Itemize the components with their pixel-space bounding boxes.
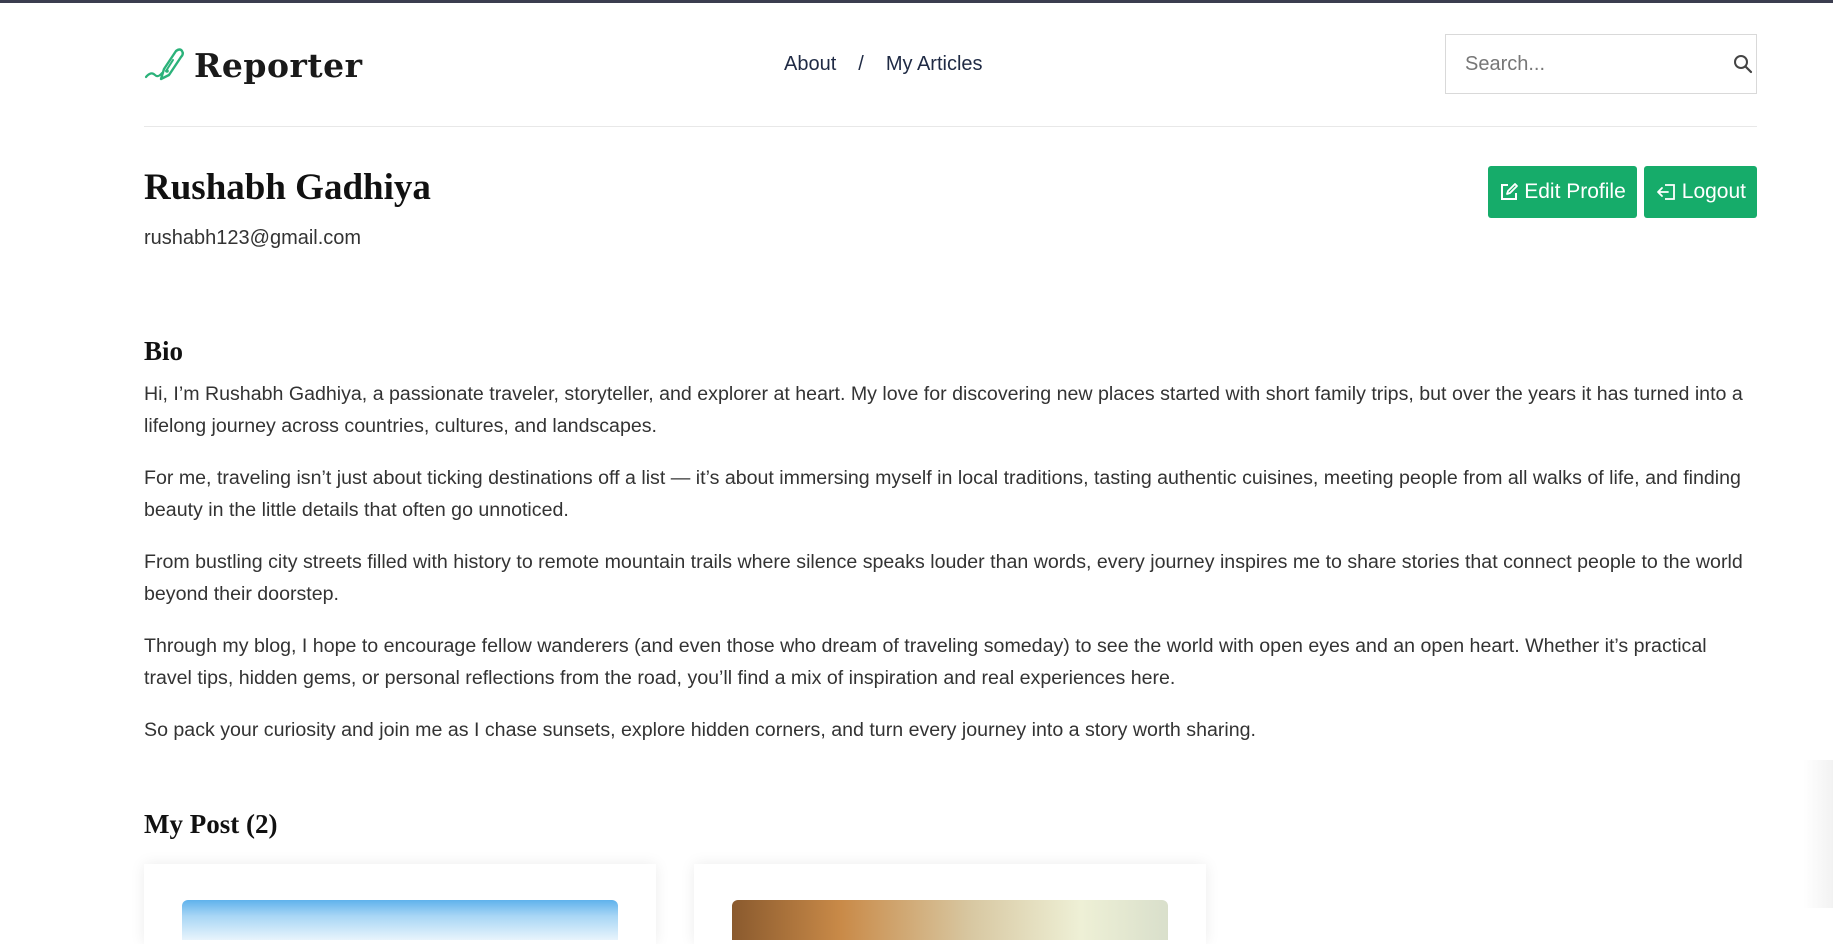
posts-title: My Post (2) [144, 809, 278, 839]
logout-label: Logout [1681, 180, 1746, 203]
logout-button[interactable]: Logout [1643, 166, 1757, 218]
post-card-image[interactable] [182, 900, 618, 940]
bio-title: Bio [144, 336, 184, 366]
bio-paragraph: From bustling city streets filled with h… [144, 551, 1743, 605]
nav-separator: / [858, 53, 864, 75]
edit-icon [1501, 183, 1519, 200]
edit-profile-button[interactable]: Edit Profile [1488, 166, 1637, 218]
bio-paragraph: For me, traveling isn’t just about ticki… [144, 467, 1741, 521]
post-card[interactable] [694, 864, 1206, 944]
search-input[interactable] [1446, 35, 1730, 93]
edit-profile-label: Edit Profile [1524, 180, 1626, 203]
nav-item-about[interactable]: About [784, 53, 836, 76]
page-container: Reporter About / My Articles Rushabh Gad… [144, 0, 1757, 944]
header: Reporter About / My Articles [144, 0, 1757, 127]
profile-actions: Edit Profile Logout [1488, 166, 1757, 218]
logo-text: Reporter [194, 45, 363, 85]
bio-paragraph: Hi, I’m Rushabh Gadhiya, a passionate tr… [144, 383, 1743, 437]
search-box [1445, 34, 1757, 94]
quill-pen-icon [144, 48, 184, 81]
main-nav: About / My Articles [784, 53, 983, 76]
search-button[interactable] [1730, 35, 1756, 93]
bio-paragraph: So pack your curiosity and join me as I … [144, 719, 1256, 741]
nav-item-my-articles[interactable]: My Articles [886, 53, 983, 76]
logout-icon [1656, 184, 1675, 200]
search-icon [1734, 55, 1753, 74]
post-card-image[interactable] [732, 900, 1168, 940]
profile-email: rushabh123@gmail.com [144, 227, 362, 249]
bio-text: Hi, I’m Rushabh Gadhiya, a passionate tr… [144, 378, 1757, 766]
bio-paragraph: Through my blog, I hope to encourage fel… [144, 635, 1707, 689]
logo[interactable]: Reporter [144, 43, 363, 87]
scroll-shadow [1803, 760, 1833, 908]
post-card[interactable] [144, 864, 656, 944]
profile-name: Rushabh Gadhiya [144, 167, 431, 208]
